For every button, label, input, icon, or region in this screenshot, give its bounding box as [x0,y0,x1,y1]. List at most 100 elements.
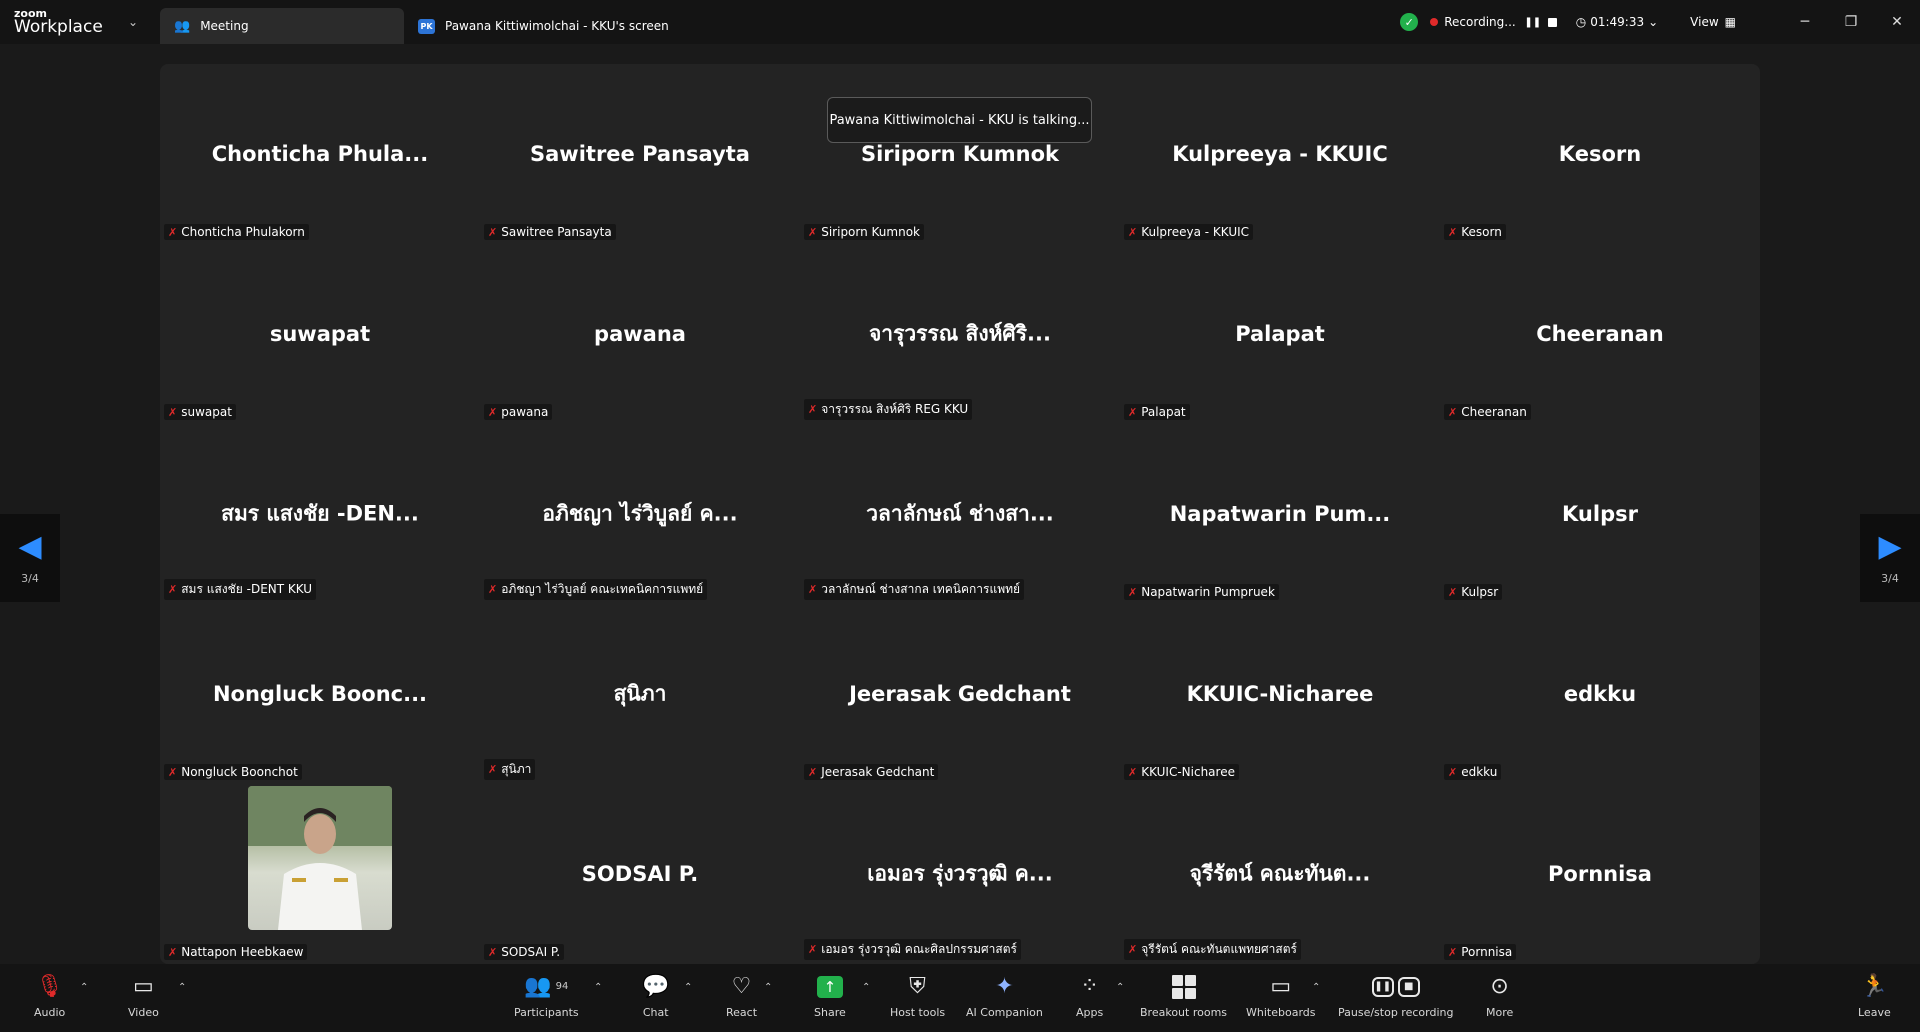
participant-name-label: ✗ Siriporn Kumnok [804,224,925,240]
participant-tile[interactable]: จารุวรรณ สิงห์ศิริ... ✗ จารุวรรณ สิงห์ศิริ… [800,244,1120,424]
participant-tile[interactable]: Kulpreeya - KKUIC ✗ Kulpreeya - KKUIC [1120,64,1440,244]
participant-tile[interactable]: Kesorn ✗ Kesorn [1440,64,1760,244]
participant-tile[interactable]: Cheeranan ✗ Cheeranan [1440,244,1760,424]
audio-options-caret-icon[interactable]: ⌃ [80,982,88,993]
ai-companion-button[interactable]: ✦ AI Companion [966,974,1043,1020]
microphone-muted-icon: ✗ [808,225,818,239]
participant-tile[interactable]: Jeerasak Gedchant ✗ Jeerasak Gedchant [800,604,1120,784]
next-page-button[interactable]: ▶ 3/4 [1860,514,1920,602]
pause-stop-recording-button[interactable]: ❚❚ ■ Pause/stop recording [1338,974,1453,1019]
meeting-timer[interactable]: ◷ 01:49:33 ⌄ [1576,15,1658,29]
more-button[interactable]: ⊙ More [1486,974,1513,1020]
participant-tile[interactable]: จุรีรัตน์ คณะทันต... ✗ จุรีรัตน์ คณะทันตแพ… [1120,784,1440,964]
chat-options-caret-icon[interactable]: ⌃ [684,982,692,993]
speaker-toast: Pawana Kittiwimolchai - KKU is talking..… [827,97,1092,143]
leave-icon: 🏃 [1860,974,1889,999]
participant-tile[interactable]: suwapat ✗ suwapat [160,244,480,424]
restore-icon[interactable]: ❐ [1828,14,1874,30]
participant-name-label: ✗ อภิชญา ไร่วิบูลย์ คณะเทคนิคการแพทย์ [484,579,708,600]
chat-button[interactable]: 💬 Chat [642,974,670,1020]
microphone-muted-icon: ✗ [168,765,178,779]
leave-button[interactable]: 🏃 Leave [1858,974,1891,1020]
view-label: View [1690,15,1719,29]
stop-recording-icon[interactable] [1546,15,1560,29]
participant-tile[interactable]: สุนิภา ✗ สุนิภา [480,604,800,784]
participant-name-label: ✗ SODSAI P. [484,944,565,960]
participant-tile[interactable]: pawana ✗ pawana [480,244,800,424]
participant-tile[interactable]: ✗ Nattapon Heebkaew [160,784,480,964]
participant-tile[interactable]: วลาลักษณ์ ช่างสา... ✗ วลาลักษณ์ ช่างสากล เ… [800,424,1120,604]
participant-label-text: Palapat [1141,405,1186,419]
participant-label-text: Kesorn [1461,225,1502,239]
participant-tile[interactable]: edkku ✗ edkku [1440,604,1760,784]
participant-tile[interactable]: Napatwarin Pum... ✗ Napatwarin Pumpruek [1120,424,1440,604]
participant-tile[interactable]: Pornnisa ✗ Pornnisa [1440,784,1760,964]
participant-tile[interactable]: Kulpsr ✗ Kulpsr [1440,424,1760,604]
zoom-workplace-menu[interactable]: zoom Workplace ⌄ [0,0,160,44]
microphone-muted-icon: ✗ [168,405,178,419]
participant-tile[interactable]: Sawitree Pansayta ✗ Sawitree Pansayta [480,64,800,244]
tab-shared-screen-label: Pawana Kittiwimolchai - KKU's screen [445,19,669,33]
participant-display-name: สุนิภา [613,681,667,706]
host-tools-button[interactable]: ⛨ Host tools [890,974,945,1020]
audio-button[interactable]: 🎙 Audio [34,974,65,1020]
participant-tile[interactable]: Siriporn Kumnok ✗ Siriporn Kumnok [800,64,1120,244]
chat-icon: 💬 [642,974,670,999]
participant-label-text: Jeerasak Gedchant [821,765,935,779]
participant-tile[interactable]: SODSAI P. ✗ SODSAI P. [480,784,800,964]
participant-display-name: KKUIC-Nicharee [1186,682,1374,706]
pause-recording-icon[interactable]: ❚❚ [1524,15,1541,29]
video-button[interactable]: ▭ Video [128,974,159,1020]
tab-meeting[interactable]: 👥 Meeting [160,8,404,44]
heart-icon: ♡ [731,974,752,999]
participant-display-name: edkku [1563,682,1637,706]
minimize-icon[interactable]: ─ [1782,14,1828,30]
participant-display-name: Kulpsr [1562,502,1638,526]
microphone-muted-icon: ✗ [1128,405,1138,419]
participant-label-text: Kulpreeya - KKUIC [1141,225,1250,239]
participant-tile[interactable]: อภิชญา ไร่วิบูลย์ ค... ✗ อภิชญา ไร่วิบูลย์… [480,424,800,604]
participant-tile[interactable]: KKUIC-Nicharee ✗ KKUIC-Nicharee [1120,604,1440,784]
shield-icon[interactable]: ✓ [1400,13,1419,31]
react-options-caret-icon[interactable]: ⌃ [764,982,772,993]
participant-tile[interactable]: เอมอร รุ่งวรวุฒิ ค... ✗ เอมอร รุ่งวรวุฒิ ค… [800,784,1120,964]
meeting-stage: Chonticha Phula... ✗ Chonticha Phulakorn Sa… [0,44,1920,964]
participant-name-label: ✗ Kulpreeya - KKUIC [1124,224,1254,240]
tab-shared-screen[interactable]: PK Pawana Kittiwimolchai - KKU's screen [404,8,683,44]
microphone-muted-icon: ✗ [808,403,818,416]
pause-stop-recording-icon: ❚❚ ■ [1371,974,1420,1000]
microphone-muted-icon: ✗ [808,765,818,779]
participant-name-label: ✗ Nattapon Heebkaew [164,944,308,960]
participant-display-name: วลาลักษณ์ ช่างสา... [866,501,1054,526]
participant-tile[interactable]: Nongluck Boonc... ✗ Nongluck Boonchot [160,604,480,784]
microphone-muted-icon: ✗ [168,945,178,959]
microphone-muted-icon: 🎙 [35,974,64,999]
participant-tile[interactable]: สมร แสงชัย -DEN... ✗ สมร แสงชัย -DENT KKU [160,424,480,604]
chat-label: Chat [642,1006,669,1019]
participant-name-label: ✗ Nongluck Boonchot [164,764,302,780]
close-icon[interactable]: ✕ [1874,14,1920,30]
recording-status[interactable]: Recording... [1444,15,1515,29]
microphone-muted-icon: ✗ [1448,765,1458,779]
microphone-muted-icon: ✗ [488,763,498,776]
apps-button[interactable]: ⁘ Apps [1076,974,1103,1020]
previous-page-button[interactable]: ◀ 3/4 [0,514,60,602]
participant-label-text: SODSAI P. [501,945,561,959]
participants-options-caret-icon[interactable]: ⌃ [594,982,602,993]
breakout-rooms-button[interactable]: Breakout rooms [1140,974,1227,1019]
apps-options-caret-icon[interactable]: ⌃ [1116,982,1124,993]
view-button[interactable]: View ▦ [1690,15,1736,29]
participant-name-label: ✗ KKUIC-Nicharee [1124,764,1239,780]
participant-display-name: Pornnisa [1548,862,1652,886]
share-options-caret-icon[interactable]: ⌃ [862,982,870,993]
share-button[interactable]: ↑ Share [814,974,846,1019]
whiteboards-options-caret-icon[interactable]: ⌃ [1312,982,1320,993]
participant-tile[interactable]: Palapat ✗ Palapat [1120,244,1440,424]
participants-button[interactable]: 👥 94 Participants [514,974,579,1020]
react-button[interactable]: ♡ React [726,974,757,1020]
participant-tile[interactable]: Chonticha Phula... ✗ Chonticha Phulakorn [160,64,480,244]
chevron-down-icon[interactable]: ⌄ [128,15,138,29]
whiteboards-button[interactable]: ▭ Whiteboards [1246,974,1315,1020]
clock-icon: ◷ [1575,15,1587,29]
video-options-caret-icon[interactable]: ⌃ [178,982,186,993]
